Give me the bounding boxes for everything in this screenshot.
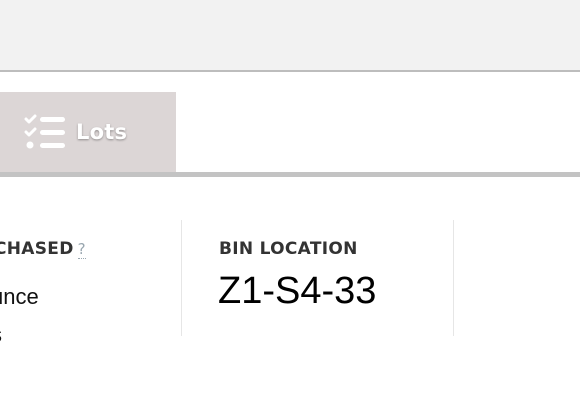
tab-lots-label: Lots bbox=[76, 120, 128, 144]
bin-location-label: BIN LOCATION bbox=[219, 239, 358, 259]
bin-location-field: BIN LOCATION Z1-S4-33 bbox=[181, 220, 454, 336]
top-bar bbox=[0, 0, 580, 72]
help-icon[interactable]: ? bbox=[77, 240, 86, 259]
bin-location-value: Z1-S4-33 bbox=[218, 270, 377, 312]
purchased-field: CHASED? unce s bbox=[0, 220, 182, 347]
tab-underline bbox=[0, 172, 580, 177]
purchased-value-line-2: s bbox=[0, 322, 2, 348]
tab-lots[interactable]: Lots bbox=[0, 92, 176, 172]
purchased-label: CHASED? bbox=[0, 239, 86, 259]
checklist-icon bbox=[24, 114, 65, 149]
tab-strip: Lots bbox=[0, 72, 580, 172]
purchased-value-line-1: unce bbox=[0, 284, 39, 309]
purchased-label-text: CHASED bbox=[0, 239, 74, 259]
